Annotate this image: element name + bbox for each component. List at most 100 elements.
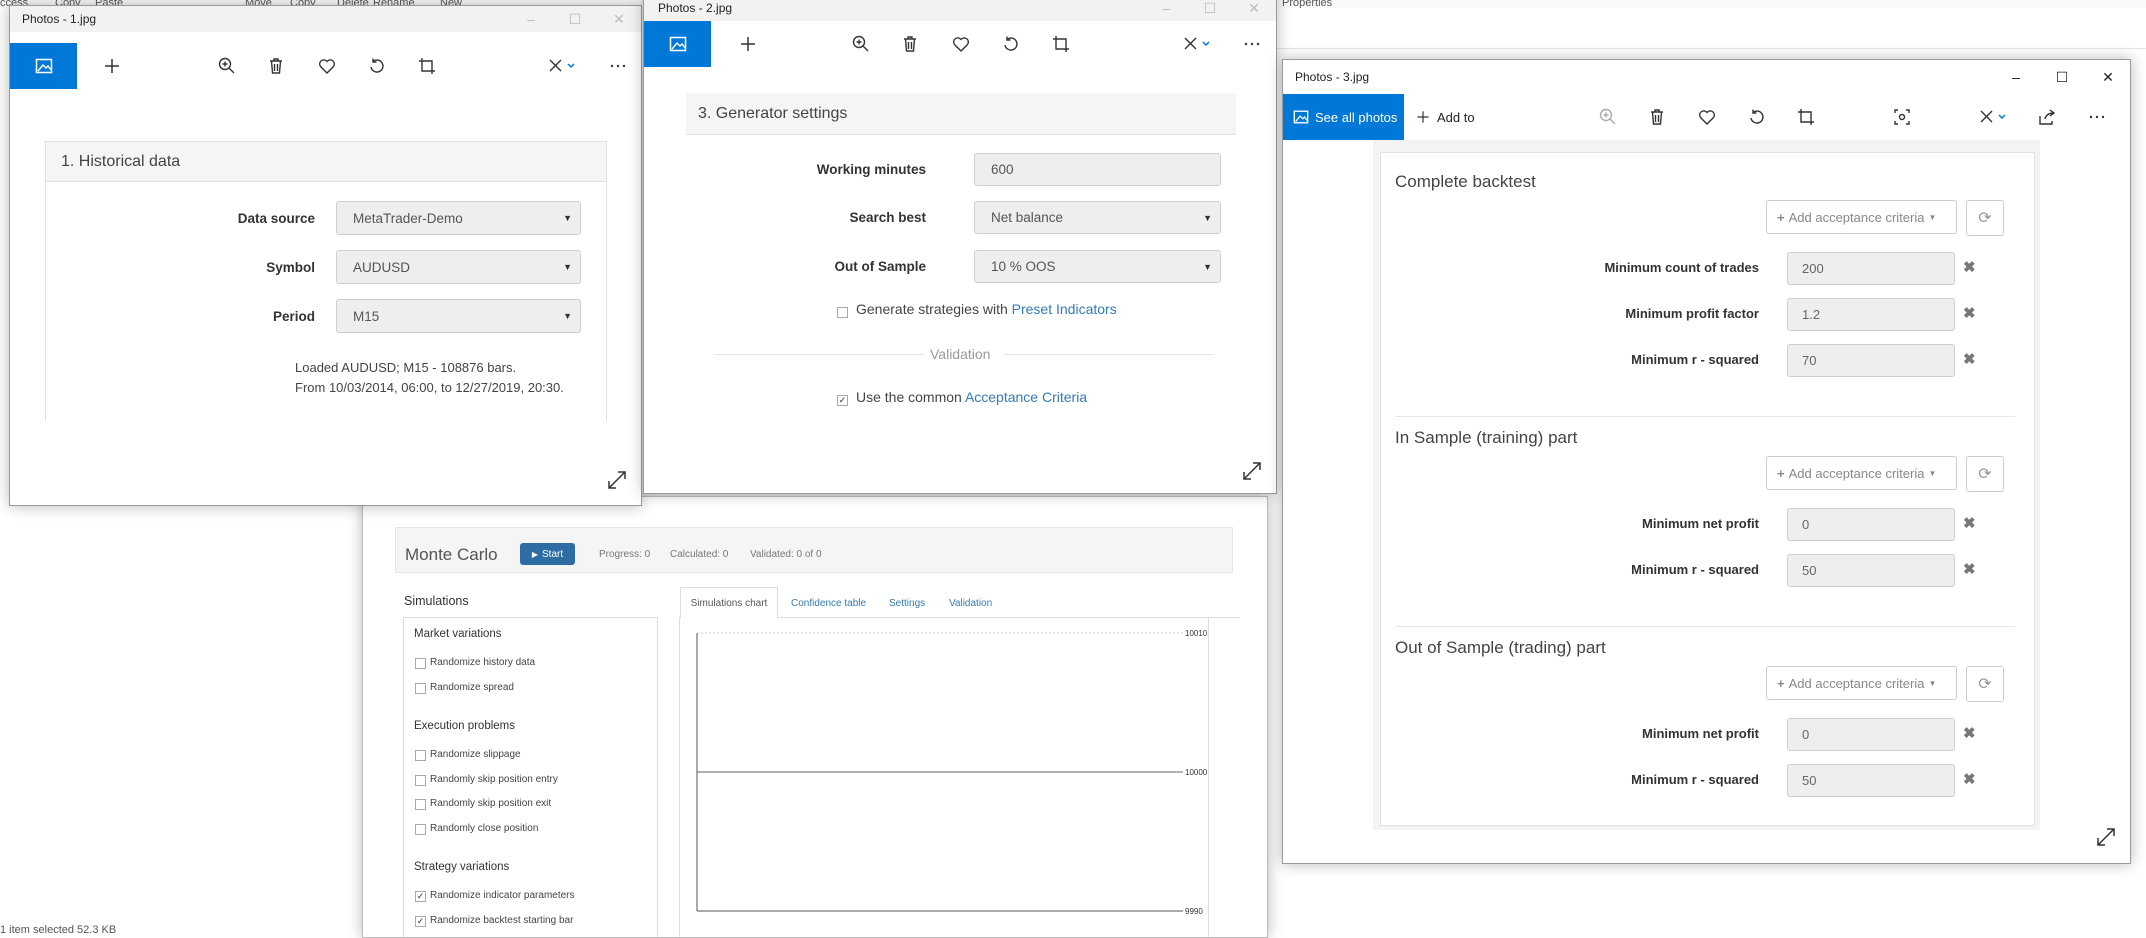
trash-icon	[904, 36, 916, 52]
slideshow-button[interactable]	[1885, 100, 1919, 134]
zoom-button[interactable]	[1591, 100, 1625, 134]
edit-button[interactable]	[538, 49, 586, 83]
more-button[interactable]	[2080, 100, 2114, 134]
simulation-checkbox[interactable]: ✓	[415, 891, 426, 902]
expand-icon[interactable]	[1241, 460, 1263, 482]
period-select[interactable]: M15 ▼	[336, 299, 581, 333]
start-button[interactable]: ▶ Start	[520, 543, 575, 565]
see-all-photos-button[interactable]	[10, 43, 77, 89]
more-button[interactable]	[601, 49, 635, 83]
crop-button[interactable]	[1789, 100, 1823, 134]
out-of-sample-input[interactable]: 10 % OOS ▼	[974, 250, 1221, 283]
add-button[interactable]	[95, 49, 129, 83]
search-best-input[interactable]: Net balance ▼	[974, 201, 1221, 234]
criteria-value-input[interactable]: 1.2	[1787, 298, 1955, 331]
crop-button[interactable]	[1044, 27, 1078, 61]
zoom-button[interactable]	[844, 27, 878, 61]
remove-criteria-icon[interactable]: ✖	[1963, 514, 1976, 532]
minimize-button[interactable]: –	[509, 6, 553, 32]
remove-criteria-icon[interactable]: ✖	[1963, 350, 1976, 368]
preset-indicators-checkbox[interactable]	[837, 307, 848, 318]
tab-confidence-table[interactable]: Confidence table	[791, 598, 866, 609]
add-to-button[interactable]: Add to	[1415, 94, 1475, 140]
remove-criteria-icon[interactable]: ✖	[1963, 724, 1976, 742]
preset-indicators-link[interactable]: Preset Indicators	[1012, 301, 1117, 317]
maximize-button[interactable]: ☐	[2040, 60, 2084, 94]
favorite-button[interactable]	[310, 49, 344, 83]
calculated-text: Calculated: 0	[670, 549, 729, 560]
refresh-button[interactable]: ⟳	[1966, 200, 2004, 236]
see-all-photos-button[interactable]: See all photos	[1283, 94, 1404, 140]
criteria-value-input[interactable]: 0	[1787, 718, 1955, 751]
refresh-button[interactable]: ⟳	[1966, 666, 2004, 702]
working-minutes-input[interactable]: 600	[974, 153, 1221, 186]
delete-button[interactable]	[259, 49, 293, 83]
criteria-value-input[interactable]: 200	[1787, 252, 1955, 285]
add-acceptance-criteria-button[interactable]: + Add acceptance criteria ▼	[1766, 666, 1957, 700]
simulation-checkbox[interactable]: ✓	[415, 915, 426, 927]
criteria-value-input[interactable]: 50	[1787, 764, 1955, 797]
add-button[interactable]	[731, 27, 765, 61]
expand-icon[interactable]	[606, 469, 628, 491]
delete-button[interactable]	[1640, 100, 1674, 134]
refresh-icon: ⟳	[1978, 676, 1992, 693]
edit-button[interactable]	[1969, 100, 2017, 134]
expand-icon[interactable]	[2095, 826, 2117, 848]
remove-criteria-icon[interactable]: ✖	[1963, 560, 1976, 578]
criteria-value-input[interactable]: 0	[1787, 508, 1955, 541]
section-divider	[1395, 626, 2015, 627]
rotate-button[interactable]	[360, 49, 394, 83]
search-best-value: Net balance	[991, 210, 1064, 225]
data-source-select[interactable]: MetaTrader-Demo ▼	[336, 201, 581, 235]
crop-button[interactable]	[410, 49, 444, 83]
zoom-button[interactable]	[210, 49, 244, 83]
tab-simulations-chart[interactable]: Simulations chart	[680, 587, 778, 619]
maximize-button[interactable]: ☐	[553, 6, 597, 32]
acceptance-criteria-text: Use the common Acceptance Criteria	[856, 389, 1087, 405]
tab-settings[interactable]: Settings	[889, 598, 925, 609]
add-acceptance-criteria-button[interactable]: + Add acceptance criteria ▼	[1766, 200, 1957, 234]
remove-criteria-icon[interactable]: ✖	[1963, 258, 1976, 276]
refresh-button[interactable]: ⟳	[1966, 456, 2004, 492]
acceptance-criteria-checkbox[interactable]: ✓	[837, 395, 848, 406]
maximize-button[interactable]: ☐	[1188, 0, 1232, 21]
acceptance-criteria-link[interactable]: Acceptance Criteria	[965, 389, 1087, 405]
simulation-checkbox[interactable]	[415, 823, 426, 835]
simulation-checkbox[interactable]	[415, 799, 426, 810]
add-acceptance-criteria-button[interactable]: + Add acceptance criteria ▼	[1766, 456, 1957, 490]
tab-simulations-chart-label: Simulations chart	[690, 597, 768, 609]
more-button[interactable]	[1235, 27, 1269, 61]
simulation-checkbox[interactable]	[415, 750, 426, 761]
simulation-checkbox[interactable]	[415, 682, 426, 694]
close-button[interactable]: ✕	[1232, 0, 1276, 21]
remove-criteria-icon[interactable]: ✖	[1963, 770, 1976, 788]
tab-validation[interactable]: Validation	[949, 598, 992, 609]
minimize-button[interactable]: –	[1994, 60, 2038, 94]
y-tick-label: 10000	[1185, 768, 1208, 777]
photo-icon	[35, 58, 52, 74]
minimize-button[interactable]: –	[1144, 0, 1188, 21]
simulation-checkbox[interactable]	[415, 774, 426, 786]
symbol-select[interactable]: AUDUSD ▼	[336, 250, 581, 284]
criteria-value-input[interactable]: 70	[1787, 344, 1955, 377]
criteria-value: 50	[1802, 563, 1817, 578]
plus-icon	[105, 59, 119, 73]
share-button[interactable]	[2030, 100, 2064, 134]
remove-criteria-icon[interactable]: ✖	[1963, 304, 1976, 322]
edit-button[interactable]	[1173, 27, 1221, 61]
simulation-checkbox[interactable]	[415, 658, 426, 669]
heart-icon	[1698, 110, 1716, 125]
dropdown-caret-icon: ▼	[1203, 212, 1212, 223]
favorite-button[interactable]	[1690, 100, 1724, 134]
rotate-button[interactable]	[994, 27, 1028, 61]
see-all-photos-button[interactable]	[644, 21, 711, 67]
y-tick-label: 10010	[1185, 629, 1208, 638]
delete-button[interactable]	[893, 27, 927, 61]
criteria-value: 0	[1802, 517, 1810, 532]
close-button[interactable]: ✕	[2086, 60, 2130, 94]
plus-icon	[741, 37, 755, 51]
criteria-value-input[interactable]: 50	[1787, 554, 1955, 587]
close-button[interactable]: ✕	[597, 6, 641, 32]
favorite-button[interactable]	[944, 27, 978, 61]
rotate-button[interactable]	[1740, 100, 1774, 134]
